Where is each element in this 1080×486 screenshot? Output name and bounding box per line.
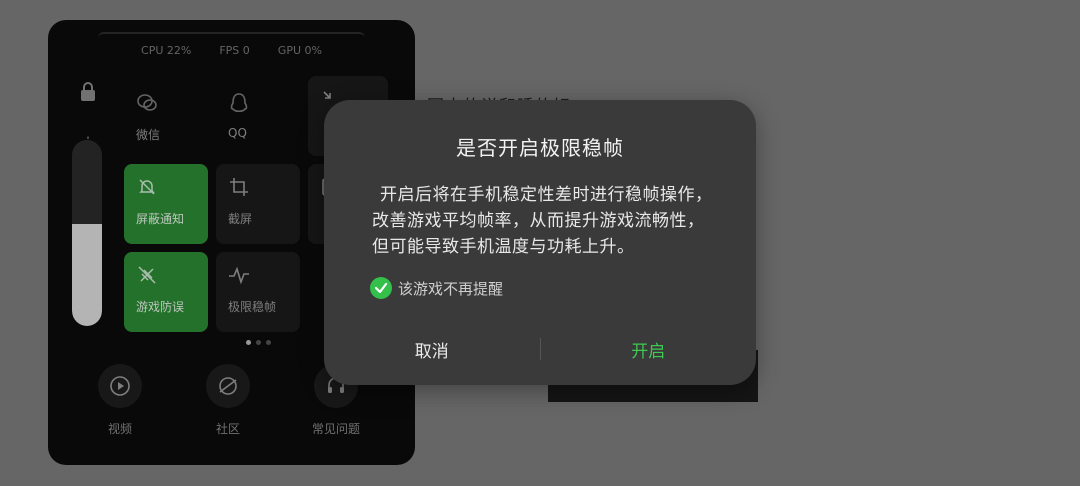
- dialog-message: 开启后将在手机稳定性差时进行稳帧操作，改善游戏平均帧率，从而提升游戏流畅性，但可…: [372, 185, 713, 257]
- checkmark-icon[interactable]: [370, 277, 392, 299]
- dialog-actions: 取消 开启: [324, 326, 756, 372]
- frame-stabilize-dialog: 是否开启极限稳帧 开启后将在手机稳定性差时进行稳帧操作，改善游戏平均帧率，从而提…: [324, 100, 756, 385]
- cancel-button[interactable]: 取消: [324, 327, 540, 372]
- dialog-title: 是否开启极限稳帧: [456, 136, 624, 160]
- checkbox-label: 该游戏不再提醒: [398, 279, 504, 298]
- confirm-button[interactable]: 开启: [541, 327, 757, 372]
- dont-remind-checkbox[interactable]: 该游戏不再提醒: [370, 277, 503, 299]
